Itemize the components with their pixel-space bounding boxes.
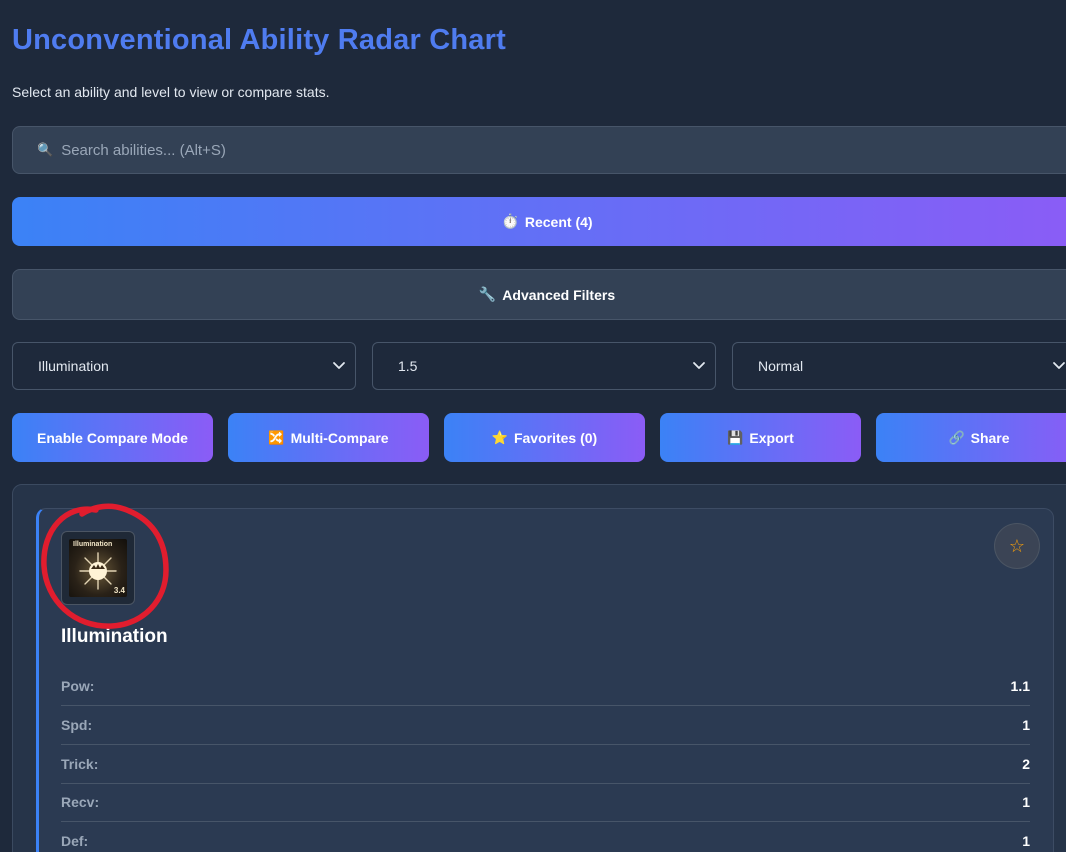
page-subtitle: Select an ability and level to view or c…: [12, 84, 330, 100]
ability-name: Illumination: [61, 626, 168, 647]
stat-label: Spd:: [61, 717, 93, 733]
advanced-filters-label: Advanced Filters: [502, 286, 616, 303]
ability-icon-caption: Illumination: [73, 541, 113, 548]
mode-select[interactable]: Normal: [732, 342, 1066, 390]
multi-compare-label: Multi-Compare: [290, 429, 389, 446]
stat-label: Trick:: [61, 756, 99, 772]
page-title: Unconventional Ability Radar Chart: [12, 24, 506, 56]
favorites-button[interactable]: ⭐ Favorites (0): [444, 413, 645, 462]
wrench-icon: 🔧: [478, 286, 497, 302]
favorites-label: Favorites (0): [513, 429, 598, 446]
level-select[interactable]: 1.5: [372, 342, 716, 390]
export-button[interactable]: 💾 Export: [660, 413, 861, 462]
favorite-toggle-button[interactable]: ☆: [995, 524, 1039, 568]
advanced-filters-button[interactable]: 🔧 Advanced Filters: [12, 269, 1066, 320]
ability-select[interactable]: Illumination: [12, 342, 356, 390]
star-icon: ⭐: [491, 429, 508, 445]
recent-label: Recent (4): [524, 213, 593, 230]
floppy-disk-icon: 💾: [727, 429, 744, 445]
enable-compare-label: Enable Compare Mode: [37, 429, 188, 446]
stat-label: Pow:: [61, 678, 95, 694]
enable-compare-button[interactable]: Enable Compare Mode: [12, 413, 213, 462]
export-label: Export: [749, 429, 794, 446]
stat-label: Recv:: [61, 794, 100, 810]
stat-value: 2: [1022, 756, 1030, 772]
ability-select-value: Illumination: [38, 358, 109, 374]
recent-button[interactable]: ⏱️ Recent (4): [12, 197, 1066, 246]
chevron-down-icon: [1053, 362, 1065, 369]
multi-compare-button[interactable]: 🔀 Multi-Compare: [228, 413, 429, 462]
share-label: Share: [970, 429, 1010, 446]
chevron-down-icon: [333, 362, 345, 369]
stat-value: 1: [1022, 833, 1030, 849]
stat-row-def: Def: 1: [61, 822, 1030, 852]
app-page: Unconventional Ability Radar Chart Selec…: [0, 0, 1066, 852]
share-button[interactable]: 🔗 Share: [876, 413, 1066, 462]
mode-select-value: Normal: [758, 358, 804, 374]
stopwatch-icon: ⏱️: [501, 213, 519, 229]
star-outline-icon: ☆: [1008, 535, 1026, 556]
search-input[interactable]: 🔍 Search abilities... (Alt+S): [12, 126, 1066, 174]
stat-row-trick: Trick: 2: [61, 745, 1030, 784]
chevron-down-icon: [693, 362, 705, 369]
ability-icon-level: 3.4: [113, 586, 125, 595]
ability-artwork: Illumination 3.4: [69, 539, 127, 597]
level-select-value: 1.5: [398, 358, 418, 374]
magnifier-icon: 🔍: [37, 142, 54, 157]
search-placeholder: Search abilities... (Alt+S): [61, 141, 226, 159]
ability-icon: Illumination 3.4: [61, 531, 135, 605]
stat-value: 1.1: [1010, 678, 1030, 694]
stat-value: 1: [1022, 794, 1030, 810]
stat-row-recv: Recv: 1: [61, 783, 1030, 822]
stat-row-spd: Spd: 1: [61, 706, 1030, 745]
stat-row-pow: Pow: 1.1: [61, 667, 1030, 706]
shuffle-icon: 🔀: [268, 429, 285, 445]
stat-label: Def:: [61, 833, 89, 849]
link-icon: 🔗: [948, 429, 965, 445]
stat-value: 1: [1022, 717, 1030, 733]
